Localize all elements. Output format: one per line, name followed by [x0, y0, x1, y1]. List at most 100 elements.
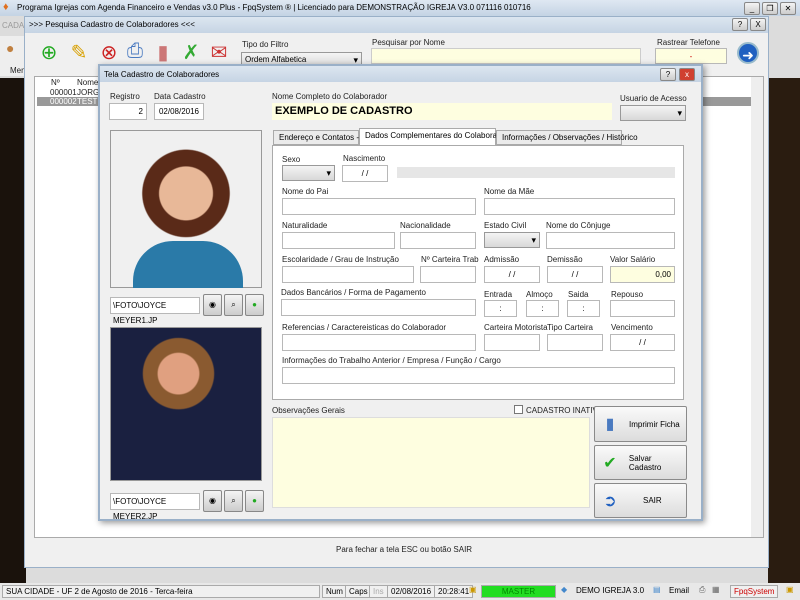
naturalidade-label: Naturalidade [282, 221, 328, 230]
salvar-label: Salvar Cadastro [628, 453, 662, 472]
search-help-button[interactable]: ? [732, 18, 748, 31]
trabalho-anterior-field[interactable] [282, 367, 675, 384]
phone-input[interactable]: - [655, 48, 727, 64]
admissao-field[interactable]: / / [484, 266, 540, 283]
add-photo-button-2[interactable]: ● [245, 490, 264, 512]
search-label: Pesquisar por Nome [372, 38, 445, 47]
modal-title: Tela Cadastro de Colaboradores [104, 70, 220, 79]
carteira-motorista-field[interactable] [484, 334, 540, 351]
search-photo-button-2[interactable]: ⌕ [224, 490, 243, 512]
brand-icon: ▣ [786, 585, 794, 594]
photo-2 [110, 327, 262, 481]
email-status-icon[interactable]: ▤ [653, 585, 661, 594]
search-close-button[interactable]: X [750, 18, 766, 31]
webcam-button-2[interactable]: ◉ [203, 490, 222, 512]
add-photo-button-1[interactable]: ● [245, 294, 264, 316]
minimize-button[interactable]: _ [744, 2, 760, 15]
nome-field[interactable]: EXEMPLO DE CADASTRO [272, 103, 612, 120]
carteira-trab-field[interactable] [420, 266, 476, 283]
search-photo-button-1[interactable]: ⌕ [224, 294, 243, 316]
vencimento-label: Vencimento [611, 323, 653, 332]
sair-label: SAIR [643, 496, 662, 505]
estado-civil-select[interactable] [484, 232, 540, 248]
foto1-path[interactable]: \FOTO\JOYCE MEYER1.JP [110, 297, 200, 325]
saida-label: Saida [568, 290, 589, 299]
observacoes-textarea[interactable] [272, 417, 590, 508]
data-cadastro-field[interactable]: 02/08/2016 [154, 103, 204, 120]
modal-help-button[interactable]: ? [660, 68, 676, 81]
print-person-icon: ▮ [605, 416, 615, 433]
salario-label: Valor Salário [610, 255, 656, 264]
nacionalidade-field[interactable] [400, 232, 476, 249]
tab-endereco[interactable]: Endereço e Contatos -> [273, 130, 364, 145]
sexo-select[interactable] [282, 165, 335, 181]
salario-field[interactable]: 0,00 [610, 266, 675, 283]
pai-field[interactable] [282, 198, 476, 215]
status-email[interactable]: Email [666, 585, 692, 598]
column-header-num: Nº [51, 78, 60, 87]
naturalidade-field[interactable] [282, 232, 395, 249]
bancarios-label: Dados Bancários / Forma de Pagamento [281, 288, 426, 297]
repouso-field[interactable] [610, 300, 675, 317]
go-arrow-button[interactable]: ➜ [737, 42, 759, 64]
demissao-field[interactable]: / / [547, 266, 603, 283]
salvar-cadastro-button[interactable]: ✔ Salvar Cadastro [594, 445, 687, 480]
row-num: 000001 [50, 88, 77, 97]
vencimento-field[interactable]: / / [610, 334, 675, 351]
status-date: 02/08/2016 [387, 585, 436, 598]
sexo-label: Sexo [282, 155, 301, 164]
edit-icon[interactable]: ✎ [66, 40, 92, 68]
referencias-field[interactable] [282, 334, 476, 351]
tipo-carteira-field[interactable] [547, 334, 603, 351]
network-icon[interactable]: ▦ [712, 585, 720, 594]
menu-sidebar[interactable]: ● Men [0, 36, 26, 76]
imprimir-label: Imprimir Ficha [629, 419, 680, 429]
nascimento-label: Nascimento [343, 154, 386, 163]
phone-label: Rastrear Telefone [657, 38, 720, 47]
add-icon[interactable]: ⊕ [36, 40, 62, 68]
demissao-label: Demissão [547, 255, 583, 264]
foto2-path[interactable]: \FOTO\JOYCE MEYER2.JP [110, 493, 200, 521]
registro-label: Registro [110, 92, 140, 101]
imprimir-ficha-button[interactable]: ▮ Imprimir Ficha [594, 406, 687, 442]
maximize-button[interactable]: ❐ [762, 2, 778, 15]
carteira-trab-label: Nº Carteira Trab [421, 255, 479, 264]
table-row[interactable]: 000001 JORGE [37, 88, 105, 97]
escolaridade-label: Escolaridade / Grau de Instrução [282, 255, 399, 264]
webcam-button-1[interactable]: ◉ [203, 294, 222, 316]
registro-field[interactable]: 2 [109, 103, 147, 120]
tipo-carteira-label: Tipo Carteira [547, 323, 593, 332]
almoco-label: Almoço [526, 290, 553, 299]
inativo-checkbox[interactable] [514, 405, 523, 414]
footer-hint: Para fechar a tela ESC ou botão SAIR [336, 545, 473, 554]
mae-field[interactable] [484, 198, 675, 215]
search-window-title: >>> Pesquisa Cadastro de Colaboradores <… [29, 20, 195, 29]
status-brand: FpqSystem [730, 585, 779, 598]
scrollbar[interactable] [751, 77, 763, 537]
printer-icon[interactable]: ⎙ [699, 585, 705, 595]
conjuge-field[interactable] [546, 232, 675, 249]
filter-label: Tipo do Filtro [242, 40, 289, 49]
nome-label: Nome Completo do Colaborador [272, 92, 388, 101]
escolaridade-field[interactable] [282, 266, 414, 283]
dark-backdrop [0, 78, 26, 584]
search-input[interactable] [371, 48, 641, 64]
carteira-motorista-label: Carteira Motorista [484, 323, 548, 332]
modal-close-button[interactable]: x [679, 68, 695, 81]
saida-field[interactable]: : [567, 300, 600, 317]
data-cadastro-label: Data Cadastro [154, 92, 206, 101]
tab-informacoes[interactable]: Informações / Observações / Histórico [496, 130, 638, 145]
app-title: Programa Igrejas com Agenda Financeiro e… [17, 3, 531, 12]
pai-label: Nome do Pai [282, 187, 329, 196]
app-close-button[interactable]: ✕ [780, 2, 796, 15]
exit-arrow-icon: ➲ [603, 492, 617, 510]
status-city-date: SUA CIDADE - UF 2 de Agosto de 2016 - Te… [2, 585, 320, 598]
almoco-field[interactable]: : [526, 300, 559, 317]
tab-dados-complementares[interactable]: Dados Complementares do Colaborador -> [359, 128, 518, 146]
bancarios-field[interactable] [281, 299, 476, 316]
user-icon: ● [6, 40, 15, 56]
sair-button[interactable]: ➲ SAIR [594, 483, 687, 518]
entrada-field[interactable]: : [484, 300, 517, 317]
nascimento-field[interactable]: / / [342, 165, 388, 182]
usuario-select[interactable] [620, 105, 686, 121]
